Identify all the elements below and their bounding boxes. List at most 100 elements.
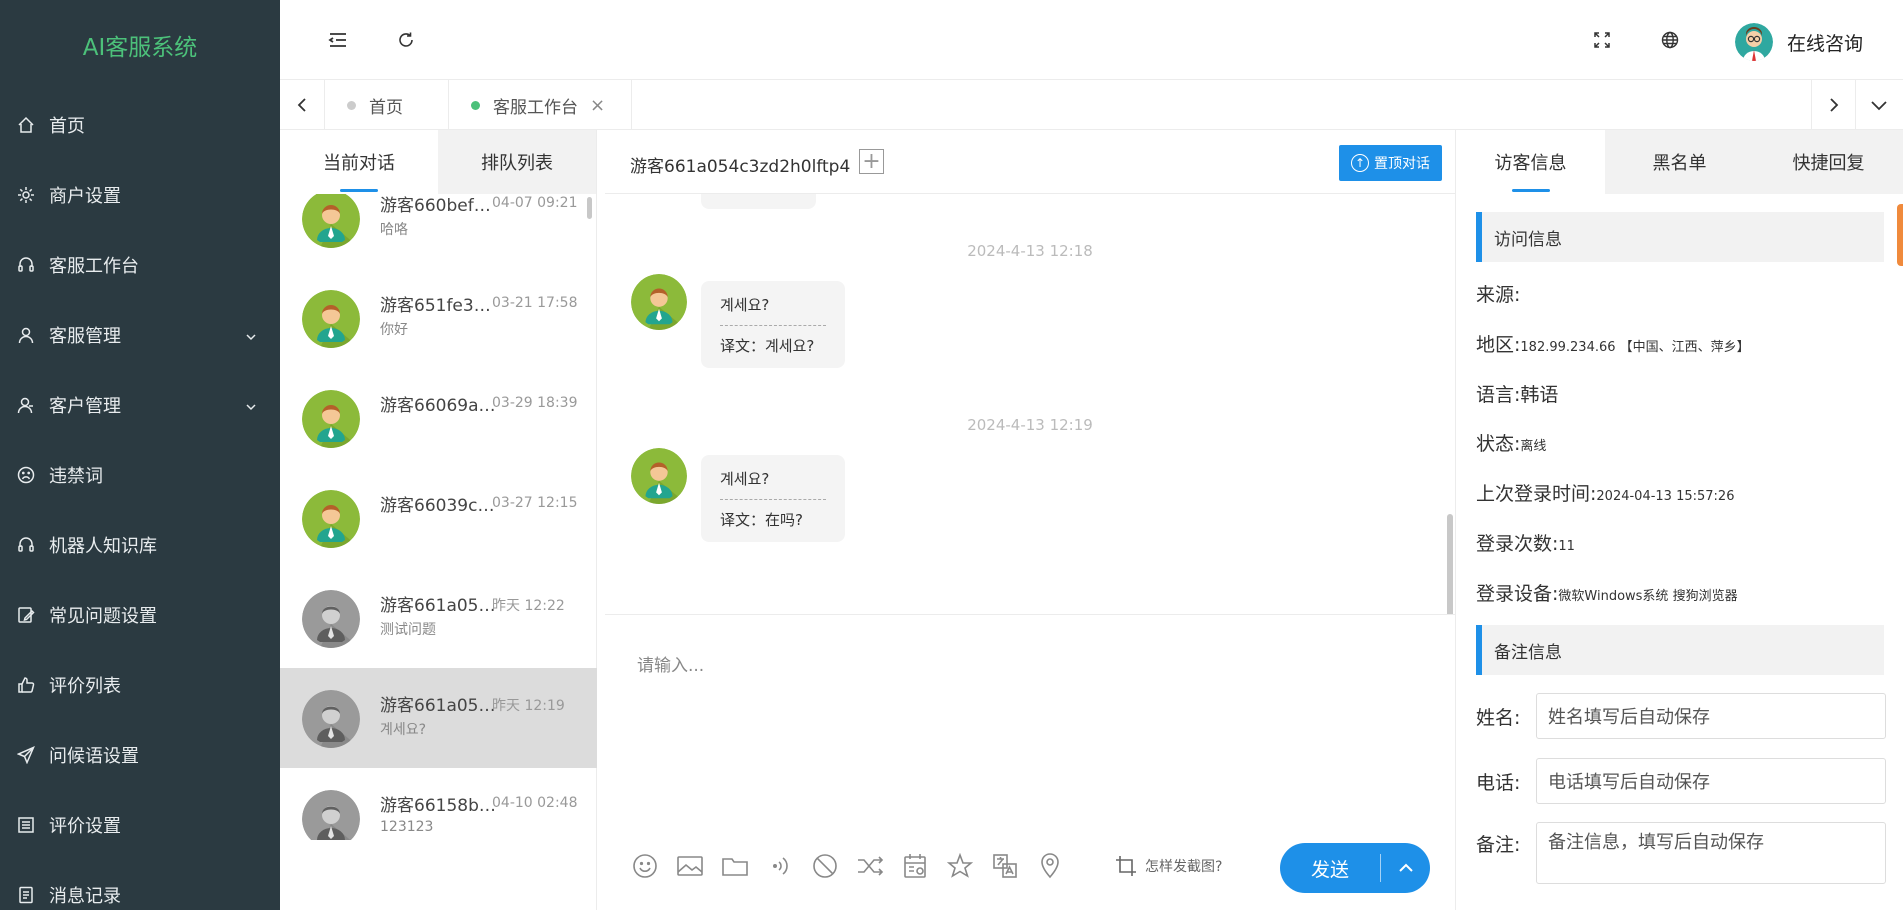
screenshot-help-link[interactable]: 怎样发截图? bbox=[1115, 855, 1222, 877]
info-label: 登录次数: bbox=[1476, 533, 1559, 555]
tabs-scroll-left-icon[interactable] bbox=[280, 80, 325, 130]
tab-queue-list[interactable]: 排队列表 bbox=[438, 130, 596, 194]
sidebar-item-message-records[interactable]: 消息记录 bbox=[0, 860, 280, 910]
user-menu[interactable]: 在线咨询 bbox=[1734, 22, 1863, 62]
sidebar-item-robot-knowledge[interactable]: 机器人知识库 bbox=[0, 510, 280, 580]
avatar bbox=[302, 194, 360, 248]
avatar bbox=[302, 490, 360, 548]
sidebar-item-label: 机器人知识库 bbox=[49, 536, 157, 557]
original-text: 계세요? bbox=[720, 296, 770, 314]
visitor-name: 游客66039cd... bbox=[380, 496, 498, 516]
info-value: 11 bbox=[1558, 539, 1575, 554]
sidebar-item-customer-management[interactable]: 客户管理 bbox=[0, 370, 280, 440]
tab-current-conversations[interactable]: 当前对话 bbox=[280, 130, 438, 194]
list-item[interactable]: 游客661a05a... 昨天 12:22 测试问题 bbox=[280, 568, 597, 668]
top-header: 在线咨询 bbox=[280, 0, 1903, 80]
info-label: 状态: bbox=[1476, 433, 1521, 455]
headset-icon bbox=[16, 535, 36, 555]
gear-icon bbox=[16, 185, 36, 205]
voice-icon[interactable] bbox=[765, 851, 795, 881]
visitor-name: 游客661a054... bbox=[380, 696, 498, 716]
sidebar-item-label: 客服工作台 bbox=[49, 256, 139, 277]
language-globe-icon[interactable] bbox=[1658, 28, 1682, 52]
tabs-menu-chevron-down-icon[interactable] bbox=[1856, 80, 1901, 130]
close-icon[interactable]: × bbox=[590, 95, 605, 116]
last-message: 계세요? bbox=[380, 722, 427, 738]
send-options-chevron-up-icon[interactable] bbox=[1381, 863, 1430, 873]
scrollbar[interactable] bbox=[587, 197, 592, 219]
tab-home[interactable]: 首页 bbox=[325, 80, 449, 130]
conversation-list[interactable]: 游客660bef79... 04-07 09:21 哈咯 游客651fe3d5.… bbox=[280, 194, 597, 840]
block-icon[interactable] bbox=[810, 851, 840, 881]
button-label: 置顶对话 bbox=[1374, 156, 1430, 172]
tab-workbench[interactable]: 客服工作台 × bbox=[449, 80, 632, 130]
list-item[interactable]: 游客66039cd... 03-27 12:15 bbox=[280, 468, 597, 568]
sidebar-item-label: 违禁词 bbox=[49, 466, 103, 487]
sidebar-item-review-list[interactable]: 评价列表 bbox=[0, 650, 280, 720]
message-input-area[interactable]: 请输入... 怎样发截图? 发送 bbox=[605, 614, 1455, 910]
send-button[interactable]: 发送 bbox=[1280, 855, 1380, 882]
list-item[interactable]: 游客66158b7f... 04-10 02:48 123123 bbox=[280, 768, 597, 840]
translate-icon[interactable] bbox=[990, 851, 1020, 881]
tab-quick-replies[interactable]: 快捷回复 bbox=[1754, 130, 1903, 194]
user-name: 在线咨询 bbox=[1786, 32, 1863, 55]
tab-blacklist[interactable]: 黑名单 bbox=[1605, 130, 1754, 194]
transfer-icon[interactable] bbox=[855, 851, 885, 881]
info-label: 上次登录时间: bbox=[1476, 483, 1597, 505]
visitor-name: 游客651fe3d5... bbox=[380, 296, 498, 316]
tab-label: 当前对话 bbox=[323, 153, 395, 174]
floating-side-tab[interactable] bbox=[1897, 204, 1903, 266]
folder-icon[interactable] bbox=[720, 851, 750, 881]
fullscreen-icon[interactable] bbox=[1590, 28, 1614, 52]
message-input[interactable]: 请输入... bbox=[637, 651, 704, 676]
scrollbar[interactable] bbox=[1447, 514, 1453, 614]
message-bubble: 계세요? 译文：계세요? bbox=[701, 281, 845, 368]
tab-label: 首页 bbox=[369, 97, 403, 118]
tabs-scroll-right-icon[interactable] bbox=[1811, 80, 1856, 130]
calendar-icon[interactable] bbox=[900, 851, 930, 881]
info-label: 登录设备: bbox=[1476, 583, 1559, 605]
message-list[interactable]: 2024-4-13 12:18 계세요? 译文：계세요? 2024-4-13 1… bbox=[605, 194, 1455, 614]
tab-label: 排队列表 bbox=[481, 153, 553, 174]
refresh-icon[interactable] bbox=[394, 28, 418, 52]
phone-field[interactable]: 电话填写后自动保存 bbox=[1536, 758, 1886, 804]
info-value: 韩语 bbox=[1520, 384, 1559, 406]
sidebar-item-label: 首页 bbox=[49, 116, 85, 137]
sidebar-item-greeting-settings[interactable]: 问候语设置 bbox=[0, 720, 280, 790]
sidebar-item-faq-settings[interactable]: 常见问题设置 bbox=[0, 580, 280, 650]
name-field[interactable]: 姓名填写后自动保存 bbox=[1536, 693, 1886, 739]
sidebar-item-home[interactable]: 首页 bbox=[0, 90, 280, 160]
sidebar-item-review-settings[interactable]: 评价设置 bbox=[0, 790, 280, 860]
sidebar-item-banned-words[interactable]: 违禁词 bbox=[0, 440, 280, 510]
list-item[interactable]: 游客651fe3d5... 03-21 17:58 你好 bbox=[280, 268, 597, 368]
star-icon[interactable] bbox=[945, 851, 975, 881]
image-icon[interactable] bbox=[675, 851, 705, 881]
visitor-panel-tabs: 访客信息 黑名单 快捷回复 bbox=[1456, 130, 1903, 194]
avatar bbox=[302, 590, 360, 648]
list-item-selected[interactable]: 游客661a054... 昨天 12:19 계세요? bbox=[280, 668, 597, 768]
message-timestamp: 2024-4-13 12:18 bbox=[967, 242, 1093, 260]
list-item[interactable]: 游客660bef79... 04-07 09:21 哈咯 bbox=[280, 194, 597, 268]
emoji-icon[interactable] bbox=[630, 851, 660, 881]
last-message: 你好 bbox=[380, 322, 408, 338]
collapse-menu-icon[interactable] bbox=[326, 28, 350, 52]
list-item[interactable]: 游客66069a3... 03-29 18:39 bbox=[280, 368, 597, 468]
tab-label: 访客信息 bbox=[1494, 153, 1567, 174]
pin-conversation-button[interactable]: ↑ 置顶对话 bbox=[1339, 145, 1442, 181]
sidebar-item-merchant-settings[interactable]: 商户设置 bbox=[0, 160, 280, 230]
user-icon bbox=[16, 325, 36, 345]
sidebar-item-workbench[interactable]: 客服工作台 bbox=[0, 230, 280, 300]
remark-textarea[interactable]: 备注信息，填写后自动保存 bbox=[1536, 822, 1886, 884]
info-value: 离线 bbox=[1520, 439, 1547, 454]
original-text: 계세요? bbox=[720, 470, 770, 488]
message-bubble: 계세요? 译文：在吗? bbox=[701, 455, 845, 542]
section-title-notes: 备注信息 bbox=[1476, 625, 1884, 675]
sidebar-item-label: 消息记录 bbox=[49, 886, 121, 907]
message-time: 03-27 12:15 bbox=[492, 495, 578, 511]
add-icon[interactable]: + bbox=[859, 149, 884, 174]
location-icon[interactable] bbox=[1035, 851, 1065, 881]
tab-visitor-info[interactable]: 访客信息 bbox=[1456, 130, 1605, 194]
sidebar-item-agent-management[interactable]: 客服管理 bbox=[0, 300, 280, 370]
sidebar-item-label: 评价设置 bbox=[49, 816, 121, 837]
document-icon bbox=[16, 885, 36, 905]
